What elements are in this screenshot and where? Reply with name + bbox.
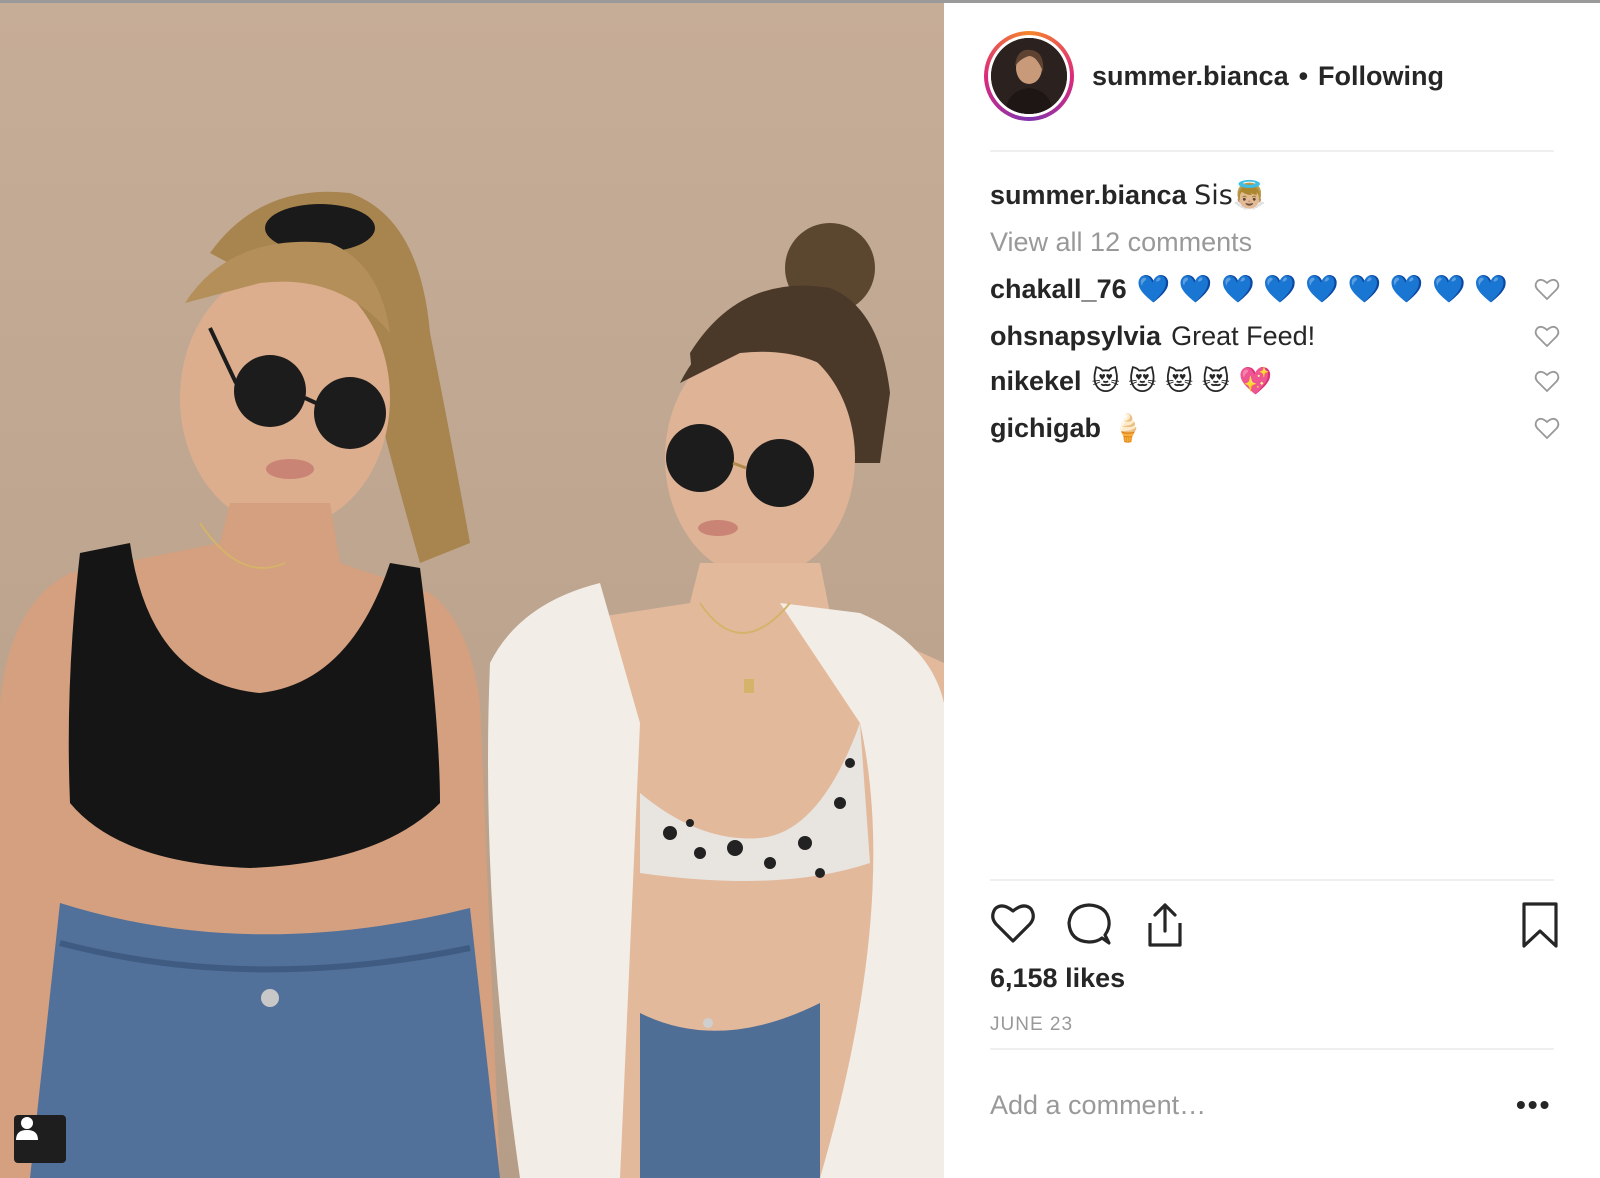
comment-text: 💙 💙 💙 💙 💙 💙 💙 💙 💙	[1136, 274, 1508, 305]
user-tag-icon[interactable]	[14, 1115, 66, 1163]
small-heart-icon[interactable]	[1534, 324, 1560, 348]
more-options-button[interactable]: •••	[1516, 1089, 1551, 1121]
post-details-panel: summer.bianca • Following summer.bianca …	[944, 3, 1600, 1178]
photo-illustration	[0, 191, 944, 1178]
comment-text: Great Feed!	[1171, 320, 1316, 351]
action-bar	[990, 901, 1560, 951]
actions-divider	[990, 879, 1554, 881]
avatar[interactable]	[984, 31, 1074, 121]
comment-username[interactable]: chakall_76	[990, 274, 1127, 305]
view-all-comments-link[interactable]: View all 12 comments	[990, 227, 1252, 258]
small-heart-icon[interactable]	[1534, 369, 1560, 393]
header-separator: •	[1298, 60, 1309, 91]
heart-icon[interactable]	[990, 901, 1036, 945]
follow-status-button[interactable]: Following	[1318, 61, 1444, 92]
comment-text: 😻 😻 😻 😻 💖	[1091, 366, 1273, 397]
add-comment-input[interactable]	[990, 1085, 1470, 1125]
comment-username[interactable]: nikekel	[990, 366, 1082, 397]
comment-username[interactable]: gichigab	[990, 413, 1101, 444]
comment-item: nikekel 😻 😻 😻 😻 💖	[990, 363, 1560, 399]
small-heart-icon[interactable]	[1534, 416, 1560, 440]
avatar-portrait	[991, 38, 1067, 114]
post-date: JUNE 23	[990, 1014, 1074, 1035]
comment-item: ohsnapsylvia Great Feed!	[990, 318, 1560, 354]
post-caption: summer.bianca Sis👼🏼	[990, 179, 1266, 211]
avatar-image	[991, 38, 1067, 114]
comment-username[interactable]: ohsnapsylvia	[990, 321, 1161, 352]
small-heart-icon[interactable]	[1534, 277, 1560, 301]
comment-text: 🍦	[1111, 413, 1145, 444]
user-tag-glyph	[16, 1117, 38, 1140]
post-photo[interactable]	[0, 3, 944, 1178]
share-icon[interactable]	[1142, 901, 1188, 949]
bookmark-icon[interactable]	[1520, 901, 1560, 949]
header-username[interactable]: summer.bianca	[1092, 61, 1289, 92]
likes-count[interactable]: 6,158 likes	[990, 963, 1125, 994]
comment-icon[interactable]	[1066, 901, 1112, 947]
comment-box-divider	[990, 1048, 1554, 1050]
post-header: summer.bianca • Following	[984, 31, 1444, 121]
avatar-border	[988, 35, 1070, 117]
header-divider	[990, 150, 1554, 152]
comment-item: chakall_76 💙 💙 💙 💙 💙 💙 💙 💙 💙	[990, 271, 1560, 307]
comment-item: gichigab 🍦	[990, 410, 1560, 446]
caption-text: Sis👼🏼	[1194, 180, 1267, 211]
caption-username[interactable]: summer.bianca	[990, 180, 1187, 210]
